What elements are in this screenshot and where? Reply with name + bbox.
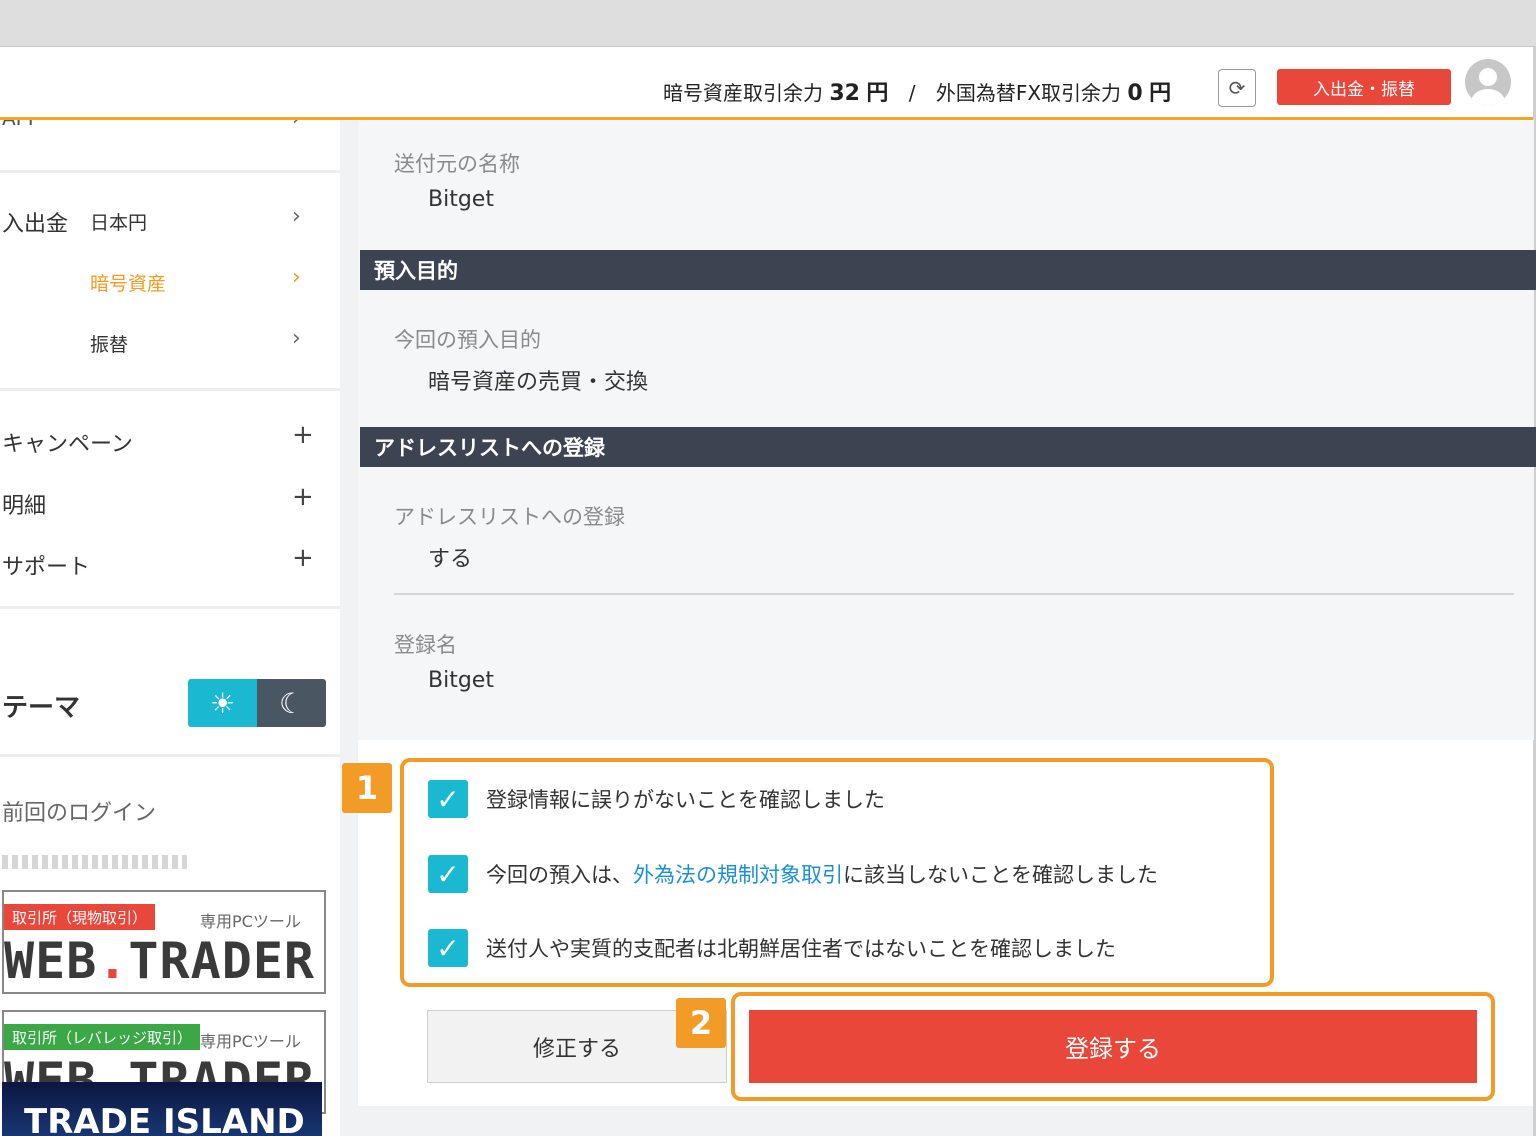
- annotation-badge-1: 1: [342, 763, 392, 813]
- last-login-value-blurred: [2, 855, 187, 869]
- sidebar-divider: [0, 754, 340, 757]
- theme-label: テーマ: [2, 693, 81, 723]
- plus-icon[interactable]: +: [292, 420, 314, 450]
- sender-name-value: Bitget: [428, 187, 494, 212]
- sidebar-divider: [0, 388, 340, 391]
- confirmation-details: 送付元の名称 Bitget 預入目的 今回の預入目的 暗号資産の売買・交換 アド…: [358, 120, 1536, 740]
- chevron-right-icon: ›: [292, 265, 301, 290]
- deposit-transfer-button[interactable]: 入出金・振替: [1277, 69, 1451, 105]
- fx-balance-amount: 0: [1127, 81, 1143, 106]
- address-list-label: アドレスリストへの登録: [394, 505, 625, 529]
- refresh-icon: ⟳: [1228, 76, 1246, 100]
- crypto-balance-unit: 円: [866, 81, 889, 106]
- sidebar-item-statement[interactable]: 明細: [2, 488, 46, 520]
- balance-separator: /: [908, 81, 916, 105]
- sidebar-section-deposit: 入出金: [2, 212, 69, 237]
- fx-balance-unit: 円: [1149, 81, 1172, 106]
- browser-top-bar: [0, 0, 1536, 47]
- purpose-label: 今回の預入目的: [394, 328, 541, 352]
- chevron-right-icon: ›: [292, 120, 301, 131]
- fx-balance-label: 外国為替FX取引余力: [935, 81, 1122, 105]
- address-list-value: する: [428, 547, 473, 572]
- trade-island-banner[interactable]: TRADE ISLAND: [2, 1082, 322, 1136]
- plus-icon[interactable]: +: [292, 482, 314, 512]
- sidebar-item-transfer[interactable]: 振替: [90, 330, 128, 357]
- chevron-right-icon: ›: [292, 326, 301, 351]
- top-header: 暗号資産取引余力 32 円 / 外国為替FX取引余力 0 円 ⟳ 入出金・振替: [0, 47, 1533, 120]
- sidebar-item-campaign[interactable]: キャンペーン: [2, 426, 133, 458]
- sidebar-divider: [0, 606, 340, 609]
- trade-island-text: TRADE ISLAND: [24, 1102, 305, 1136]
- sidebar: API › 入出金 日本円 › 暗号資産 › 振替 › キャンペーン + 明細 …: [0, 120, 340, 1136]
- webtrader-spot-banner[interactable]: 取引所（現物取引） 専用PCツール WEB.TRADER: [2, 890, 326, 994]
- plus-icon[interactable]: +: [292, 543, 314, 573]
- sidebar-item-api[interactable]: API: [2, 120, 34, 130]
- theme-toggle[interactable]: ☀ ☾: [188, 679, 326, 727]
- moon-icon[interactable]: ☾: [257, 679, 326, 727]
- sidebar-item-support[interactable]: サポート: [2, 549, 90, 581]
- trading-balance: 暗号資産取引余力 32 円 / 外国為替FX取引余力 0 円: [663, 75, 1171, 107]
- divider: [394, 593, 1514, 595]
- annotation-box-1: [400, 758, 1274, 987]
- registration-name-label: 登録名: [394, 633, 457, 657]
- sidebar-item-jpy[interactable]: 日本円: [90, 208, 147, 235]
- avatar-body: [1471, 89, 1505, 105]
- app-window: 暗号資産取引余力 32 円 / 外国為替FX取引余力 0 円 ⟳ 入出金・振替 …: [0, 47, 1536, 1136]
- last-login-label: 前回のログイン: [2, 801, 157, 826]
- purpose-value: 暗号資産の売買・交換: [428, 370, 649, 395]
- banner-tag: 取引所（現物取引）: [4, 904, 156, 930]
- annotation-badge-2: 2: [676, 998, 726, 1048]
- sidebar-divider: [0, 170, 340, 173]
- refresh-button[interactable]: ⟳: [1218, 69, 1256, 107]
- banner-pc-tool: 専用PCツール: [200, 1032, 301, 1051]
- sidebar-item-crypto[interactable]: 暗号資産: [90, 269, 166, 296]
- purpose-section-header: 預入目的: [360, 250, 1536, 290]
- chevron-right-icon: ›: [292, 204, 301, 229]
- sun-icon[interactable]: ☀: [188, 679, 257, 727]
- annotation-box-2: [731, 992, 1495, 1101]
- crypto-balance-label: 暗号資産取引余力: [663, 81, 823, 105]
- crypto-balance-amount: 32: [829, 81, 860, 106]
- avatar[interactable]: [1465, 59, 1511, 105]
- registration-name-value: Bitget: [428, 668, 494, 693]
- banner-pc-tool: 専用PCツール: [200, 912, 301, 931]
- address-list-section-header: アドレスリストへの登録: [360, 427, 1536, 467]
- webtrader-logo: WEB.TRADER: [4, 932, 316, 990]
- avatar-head: [1479, 68, 1497, 86]
- banner-tag: 取引所（レバレッジ取引）: [4, 1024, 201, 1050]
- sender-name-label: 送付元の名称: [394, 152, 520, 176]
